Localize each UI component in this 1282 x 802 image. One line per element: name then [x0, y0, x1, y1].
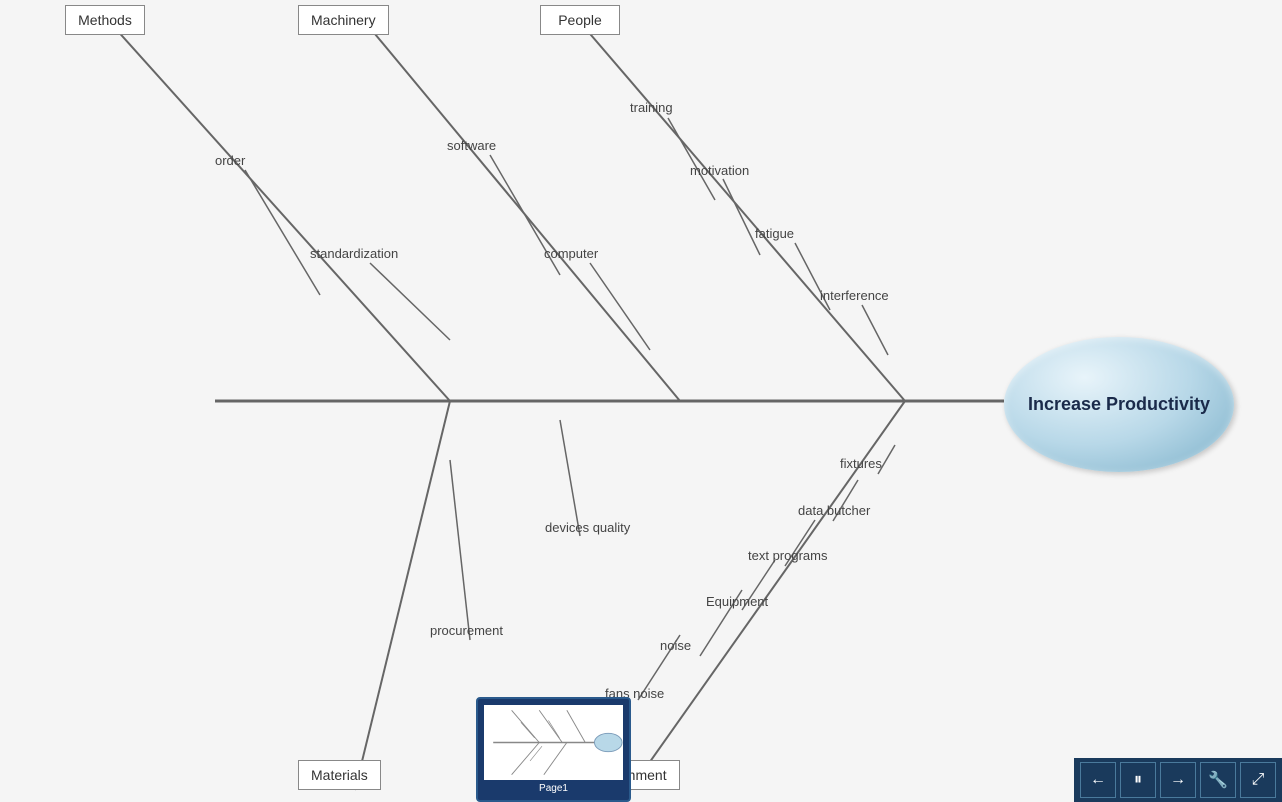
thumbnail-label: Page1: [484, 783, 623, 794]
thumbnail-panel: Page1: [476, 697, 631, 802]
label-interference: interference: [820, 288, 889, 303]
label-devices-quality: devices quality: [545, 520, 631, 535]
label-data-butcher: data butcher: [798, 503, 871, 518]
people-box[interactable]: People: [540, 5, 620, 35]
label-noise: noise: [660, 638, 691, 653]
settings-button[interactable]: 🔧: [1200, 762, 1236, 798]
label-computer: computer: [544, 246, 599, 261]
settings-icon: 🔧: [1208, 770, 1228, 790]
label-procurement: procurement: [430, 623, 503, 638]
fullscreen-icon: ⤢: [1252, 771, 1265, 789]
label-text-programs: text programs: [748, 548, 828, 563]
label-motivation: motivation: [690, 163, 749, 178]
prev-button[interactable]: ←: [1080, 762, 1116, 798]
label-order: order: [215, 153, 246, 168]
next-button[interactable]: →: [1160, 762, 1196, 798]
label-software: software: [447, 138, 496, 153]
effect-ellipse[interactable]: Increase Productivity: [1004, 337, 1234, 472]
machinery-box[interactable]: Machinery: [298, 5, 389, 35]
pause-button[interactable]: ⏸: [1120, 762, 1156, 798]
methods-box[interactable]: Methods: [65, 5, 145, 35]
label-training: training: [630, 100, 673, 115]
toolbar: ← ⏸ → 🔧 ⤢: [1074, 758, 1282, 802]
label-fatigue: fatigue: [755, 226, 794, 241]
label-equipment: Equipment: [706, 594, 769, 609]
materials-box[interactable]: Materials: [298, 760, 381, 790]
thumbnail-preview[interactable]: [484, 705, 623, 780]
fullscreen-button[interactable]: ⤢: [1240, 762, 1276, 798]
diagram-canvas: order standardization software computer …: [0, 0, 1282, 802]
label-standardization: standardization: [310, 246, 398, 261]
label-fixtures: fixtures: [840, 456, 882, 471]
